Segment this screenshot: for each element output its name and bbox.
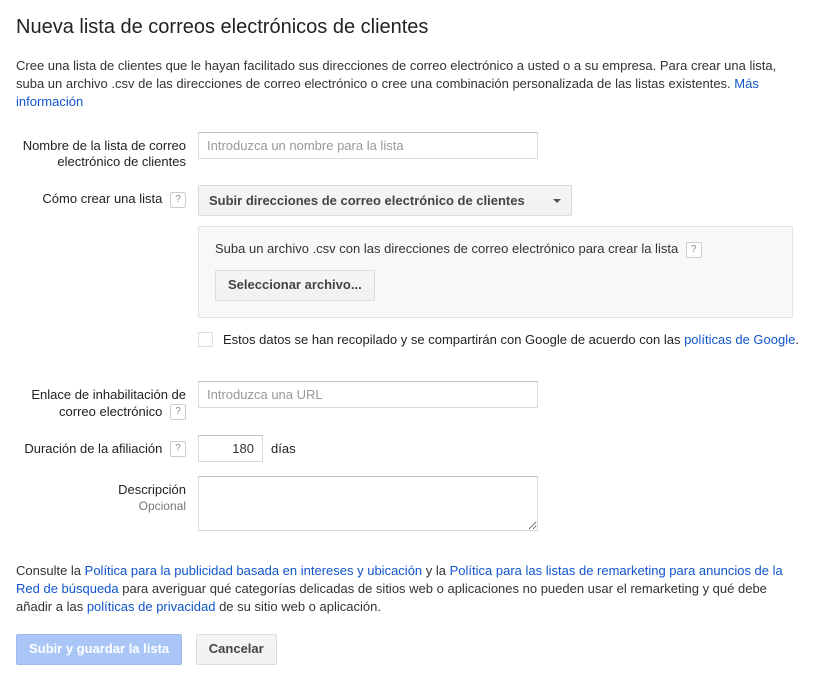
submit-button[interactable]: Subir y guardar la lista [16,634,182,665]
description-sublabel: Opcional [16,499,186,515]
intro-body: Cree una lista de clientes que le hayan … [16,58,776,91]
select-file-button[interactable]: Seleccionar archivo... [215,270,375,301]
duration-label: Duración de la afiliación [24,441,162,456]
help-icon[interactable]: ? [686,242,702,258]
optout-label: Enlace de inhabilitación de correo elect… [31,387,186,419]
duration-input[interactable] [198,435,263,462]
dropdown-selected: Subir direcciones de correo electrónico … [209,193,525,208]
description-textarea[interactable] [198,476,538,531]
intro-text: Cree una lista de clientes que le hayan … [16,57,799,112]
page-title: Nueva lista de correos electrónicos de c… [16,16,799,39]
help-icon[interactable]: ? [170,404,186,420]
consent-text: Estos datos se han recopilado y se compa… [223,332,799,347]
google-policies-link[interactable]: políticas de Google [684,332,795,347]
privacy-policies-link[interactable]: políticas de privacidad [87,599,216,614]
interest-policy-link[interactable]: Política para la publicidad basada en in… [85,563,423,578]
consent-checkbox[interactable] [198,332,213,347]
chevron-down-icon [553,199,561,203]
how-create-label: Cómo crear una lista [42,191,162,206]
upload-hint: Suba un archivo .csv con las direcciones… [215,241,678,256]
how-create-dropdown[interactable]: Subir direcciones de correo electrónico … [198,185,572,216]
list-name-input[interactable] [198,132,538,159]
help-icon[interactable]: ? [170,192,186,208]
footer-policy-text: Consulte la Política para la publicidad … [16,562,799,617]
help-icon[interactable]: ? [170,441,186,457]
list-name-label: Nombre de la lista de correo electrónico… [16,132,198,172]
optout-url-input[interactable] [198,381,538,408]
description-label: Descripción [16,482,186,499]
duration-unit: días [271,441,296,456]
upload-panel: Suba un archivo .csv con las direcciones… [198,226,793,318]
cancel-button[interactable]: Cancelar [196,634,277,665]
